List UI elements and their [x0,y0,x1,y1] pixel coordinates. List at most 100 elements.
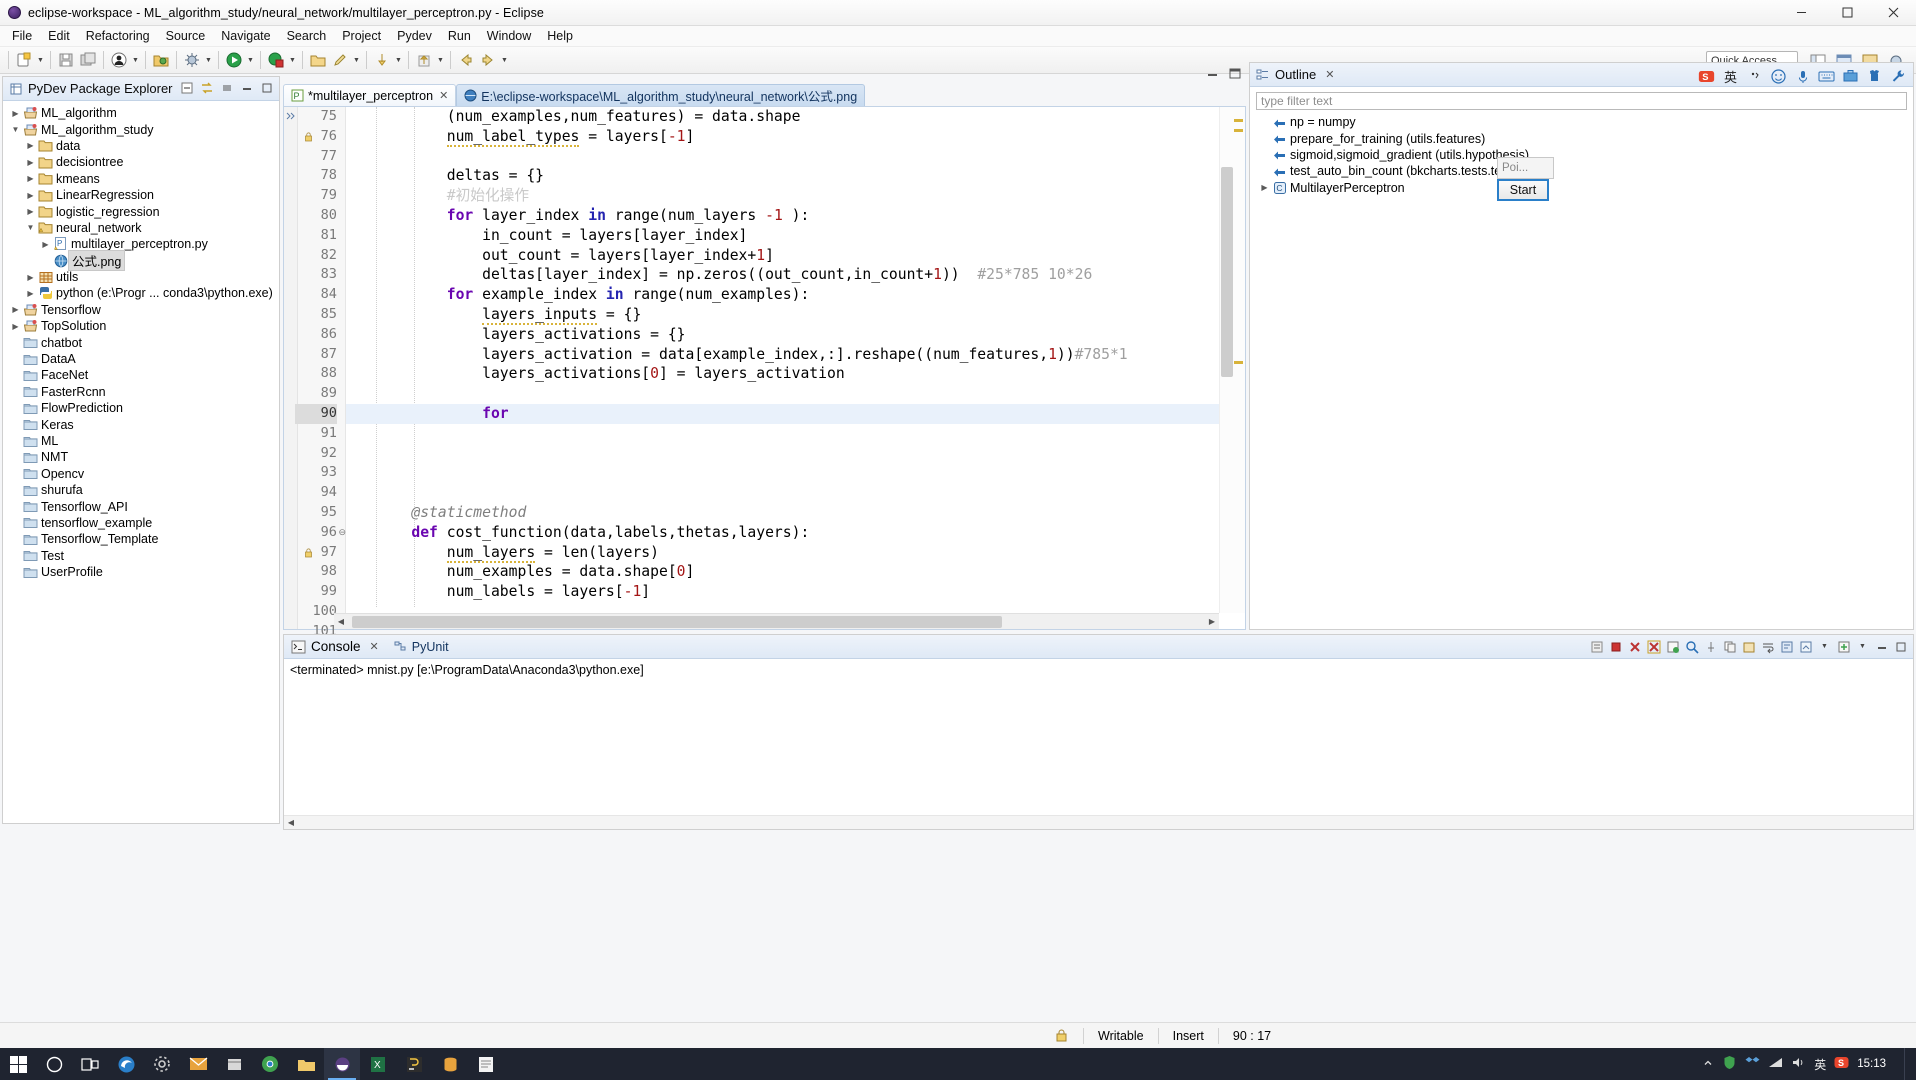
toolbox-icon[interactable] [1842,68,1859,85]
console-minimize-icon[interactable] [1873,638,1890,655]
tree-item[interactable]: ▶ data [3,138,279,154]
tree-item[interactable]: ▶ LinearRegression [3,187,279,203]
tray-volume-icon[interactable] [1791,1056,1806,1072]
tree-item[interactable]: ▶公式.png [3,250,279,272]
tree-item[interactable]: ▼ neural_network [3,220,279,236]
console-close-icon[interactable]: ✕ [370,640,379,653]
gutter-row[interactable]: 81 [298,226,345,246]
editor-tab-multilayer-perceptron[interactable]: P *multilayer_perceptron ✕ [283,84,457,106]
taskbar-store-icon[interactable] [216,1048,252,1080]
code-line[interactable]: (num_examples,num_features) = data.shape [346,107,1219,127]
run-dropdown-icon[interactable]: ▼ [245,49,256,71]
explorer-minimize-icon[interactable] [238,79,255,96]
editor-vertical-scrollbar[interactable] [1219,107,1245,613]
menu-source[interactable]: Source [158,27,214,45]
chevron-right-icon[interactable]: ▶ [24,205,37,219]
tree-item[interactable]: ▶Tensorflow_Template [3,531,279,547]
editor-minimize-icon[interactable] [1207,68,1220,79]
tree-item[interactable]: ▶ TopSolution [3,318,279,334]
menu-window[interactable]: Window [479,27,539,45]
chevron-right-icon[interactable]: ▶ [24,270,37,284]
taskbar-edge-icon[interactable] [108,1048,144,1080]
chevron-right-icon[interactable]: ▶ [9,106,22,120]
outline-tab[interactable]: Outline ✕ [1250,63,1340,87]
tree-item[interactable]: ▶FlowPrediction [3,400,279,416]
scroll-lock-icon[interactable] [1588,638,1605,655]
tray-shield-icon[interactable] [1722,1055,1737,1073]
hscroll-right-arrow[interactable]: ▶ [1205,615,1219,629]
skin-icon[interactable] [1866,68,1883,85]
menu-refactoring[interactable]: Refactoring [78,27,158,45]
taskbar-clock[interactable]: 15:13 [1857,1057,1896,1071]
ime-mode-icon[interactable]: 英 [1722,68,1739,85]
tree-item[interactable]: ▶ python (e:\Progr ... conda3\python.exe) [3,285,279,301]
clear-console-icon[interactable] [1664,638,1681,655]
gutter-row[interactable]: 76 [298,127,345,147]
gutter-row[interactable]: 82 [298,246,345,266]
start-menu-icon[interactable] [0,1048,36,1080]
chevron-down-icon[interactable]: ▼ [24,221,37,235]
chevron-right-icon[interactable]: ▶ [24,188,37,202]
menu-project[interactable]: Project [334,27,389,45]
emoji-icon[interactable] [1770,68,1787,85]
terminate-icon[interactable] [1607,638,1624,655]
tree-item[interactable]: ▶ logistic_regression [3,203,279,219]
chevron-right-icon[interactable]: ▶ [39,237,52,251]
overview-warning-mark[interactable] [1234,119,1243,122]
gutter-row[interactable]: 98 [298,562,345,582]
outline-item[interactable]: ▶prepare_for_training (utils.features) [1250,130,1913,146]
code-line[interactable]: out_count = layers[layer_index+1] [346,246,1219,266]
chevron-right-icon[interactable]: ▶ [24,286,37,300]
menu-navigate[interactable]: Navigate [213,27,278,45]
maximize-button[interactable] [1824,0,1870,26]
menu-edit[interactable]: Edit [40,27,78,45]
code-line[interactable]: layers_activations[0] = layers_activatio… [346,364,1219,384]
cortana-search-icon[interactable] [36,1048,72,1080]
tree-item[interactable]: ▶ Pmultilayer_perceptron.py [3,236,279,252]
open-console-icon[interactable] [1797,638,1814,655]
new-console-dropdown-icon[interactable]: ▼ [1854,638,1871,655]
menu-run[interactable]: Run [440,27,479,45]
code-line[interactable]: in_count = layers[layer_index] [346,226,1219,246]
gutter-row[interactable]: 83 [298,265,345,285]
taskbar-settings-icon[interactable] [144,1048,180,1080]
hscroll-left-arrow[interactable]: ◀ [334,615,348,629]
code-line[interactable] [346,147,1219,167]
gutter-row[interactable]: 78 [298,166,345,186]
editor-horizontal-scrollbar[interactable]: ◀ ▶ [334,613,1219,629]
code-editor-panel[interactable]: 75 76 77 78 79 80 81 82 83 84 85 86 87 88 89 90 91 92 93 94… [283,106,1246,639]
close-button[interactable] [1870,0,1916,26]
tree-item[interactable]: ▶DataA [3,351,279,367]
show-desktop-button[interactable] [1904,1048,1910,1080]
new-icon[interactable] [13,49,35,71]
pin-console-icon[interactable] [1702,638,1719,655]
gutter-row[interactable]: 90 [295,403,345,424]
taskbar-eclipse-icon[interactable] [324,1048,360,1080]
person-dropdown-icon[interactable]: ▼ [130,49,141,71]
console-tab[interactable]: Console ✕ [284,635,386,659]
tree-item[interactable]: ▶ utils [3,269,279,285]
code-line[interactable]: layers_activations = {} [346,325,1219,345]
gutter-row[interactable]: 95 [298,503,345,523]
code-line[interactable]: deltas = {} [346,166,1219,186]
explorer-tab[interactable]: PyDev Package Explorer ✕ [3,77,197,101]
tree-item[interactable]: ▶ decisiontree [3,154,279,170]
chevron-right-icon[interactable]: ▶ [1258,181,1271,195]
open-type-icon[interactable] [150,49,172,71]
outline-item[interactable]: ▶sigmoid,sigmoid_gradient (utils.hypothe… [1250,147,1913,163]
editor-tab-image[interactable]: E:\eclipse-workspace\ML_algorithm_study\… [456,84,866,106]
save-all-icon[interactable] [77,49,99,71]
code-line[interactable]: num_layers = len(layers) [346,543,1219,563]
new-console-icon[interactable] [1835,638,1852,655]
paste-icon[interactable] [1740,638,1757,655]
tray-network-icon[interactable] [1768,1056,1783,1072]
code-line[interactable]: layers_activation = data[example_index,:… [346,345,1219,365]
console-dropdown-icon[interactable]: ▼ [1816,638,1833,655]
console-hscroll-left[interactable]: ◀ [284,816,298,830]
gutter-row[interactable]: 84 [298,285,345,305]
tree-item[interactable]: ▶NMT [3,449,279,465]
tree-item[interactable]: ▶Opencv [3,466,279,482]
gutter-row[interactable]: ⊖ 96 [298,523,346,543]
code-line[interactable] [346,424,1219,444]
tray-dropbox-icon[interactable] [1745,1056,1760,1073]
